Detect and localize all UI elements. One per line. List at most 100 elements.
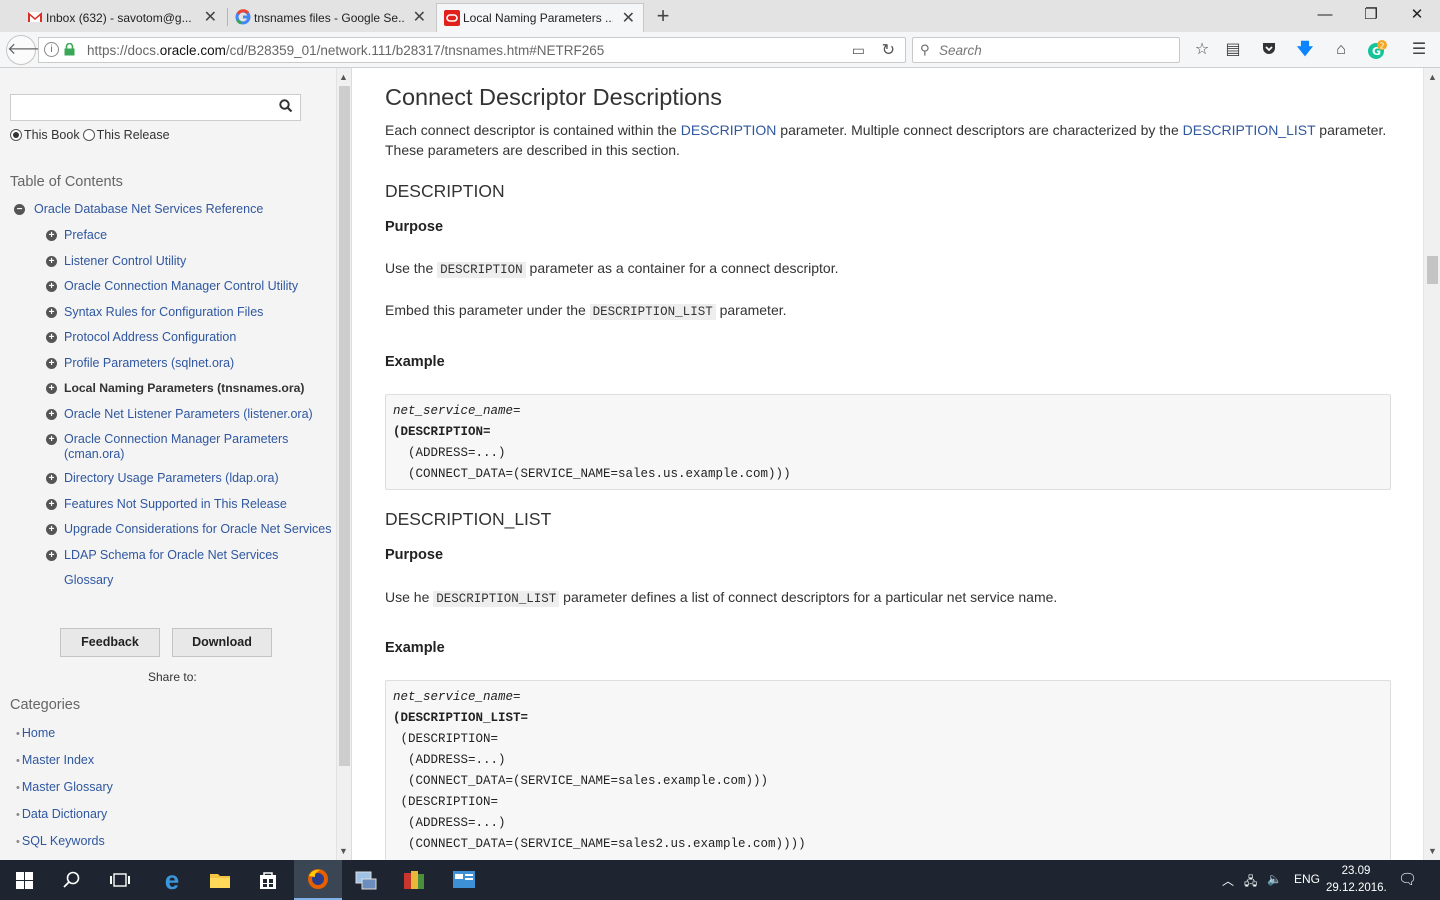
system-clock[interactable]: 23.09 29.12.2016. <box>1326 863 1387 897</box>
toc-item-local-naming-current[interactable]: + Local Naming Parameters (tnsnames.ora) <box>46 381 334 396</box>
new-tab-button[interactable]: + <box>652 3 674 29</box>
network-app-icon[interactable] <box>342 860 390 900</box>
category-label[interactable]: SQL Keywords <box>22 834 105 848</box>
tab-local-naming-parameters[interactable]: Local Naming Parameters ... ✕ <box>436 3 644 32</box>
toc-item-label[interactable]: Profile Parameters (sqlnet.ora) <box>64 356 334 371</box>
expand-icon[interactable]: + <box>46 473 57 484</box>
toc-item-label[interactable]: Glossary <box>64 573 334 588</box>
expand-icon[interactable]: + <box>46 230 57 241</box>
downloads-icon[interactable]: 🡇 <box>1295 40 1315 60</box>
toc-item-upgrade-considerations[interactable]: + Upgrade Considerations for Oracle Net S… <box>46 522 334 537</box>
expand-icon[interactable]: + <box>46 358 57 369</box>
expand-icon[interactable]: + <box>46 550 57 561</box>
toc-item-label[interactable]: Oracle Connection Manager Control Utilit… <box>64 279 334 294</box>
home-icon[interactable]: ⌂ <box>1331 40 1351 60</box>
network-icon[interactable]: 🖧 <box>1244 872 1257 893</box>
radio-this-book[interactable] <box>10 129 22 141</box>
volume-icon[interactable]: 🔈 <box>1267 872 1282 886</box>
toc-item-label[interactable]: Features Not Supported in This Release <box>64 497 334 512</box>
main-scroll-thumb[interactable] <box>1427 256 1438 284</box>
toc-item-features-not-supported[interactable]: + Features Not Supported in This Release <box>46 497 334 512</box>
start-button[interactable] <box>0 860 48 900</box>
expand-icon[interactable]: + <box>46 434 57 445</box>
info-icon[interactable]: i <box>44 42 59 57</box>
toc-item-label[interactable]: Oracle Connection Manager Parameters (cm… <box>64 432 334 462</box>
pocket-icon[interactable] <box>1259 40 1279 60</box>
expand-icon[interactable]: + <box>46 332 57 343</box>
category-link-master-index[interactable]: • Master Index <box>16 753 94 767</box>
expand-icon[interactable]: + <box>46 524 57 535</box>
lock-icon[interactable] <box>64 43 75 56</box>
tab-google-search[interactable]: tnsnames files - Google Se... ✕ <box>228 3 434 32</box>
expand-icon[interactable]: + <box>46 383 57 394</box>
toc-root-book[interactable]: − Oracle Database Net Services Reference <box>14 202 263 216</box>
toc-item-cman-parameters[interactable]: + Oracle Connection Manager Parameters (c… <box>46 432 334 462</box>
store-icon[interactable] <box>244 860 292 900</box>
search-icon[interactable] <box>279 99 293 116</box>
collapse-icon[interactable]: − <box>14 203 25 215</box>
sidebar-scroll-thumb[interactable] <box>339 86 350 766</box>
toc-item-label[interactable]: Protocol Address Configuration <box>64 330 334 345</box>
toc-item-label[interactable]: LDAP Schema for Oracle Net Services <box>64 548 334 563</box>
expand-icon[interactable]: + <box>46 281 57 292</box>
scroll-up-arrow-icon[interactable]: ▲ <box>339 72 348 82</box>
toc-root-label[interactable]: Oracle Database Net Services Reference <box>34 202 263 216</box>
search-icon[interactable] <box>48 860 96 900</box>
firefox-icon[interactable] <box>294 860 342 900</box>
sidebar-scrollbar[interactable]: ▲ ▼ <box>336 68 351 860</box>
toc-item-label[interactable]: Local Naming Parameters (tnsnames.ora) <box>64 381 334 396</box>
bookmarks-library-icon[interactable]: ▤ <box>1223 40 1243 60</box>
reload-icon[interactable]: ↻ <box>882 40 895 60</box>
category-link-master-glossary[interactable]: • Master Glossary <box>16 780 113 794</box>
main-scrollbar[interactable]: ▲ ▼ <box>1423 68 1440 860</box>
toc-item-syntax-rules[interactable]: + Syntax Rules for Configuration Files <box>46 305 334 320</box>
feedback-button[interactable]: Feedback <box>60 628 160 657</box>
reader-view-icon[interactable]: ▭ <box>852 42 865 59</box>
toc-item-directory-usage[interactable]: + Directory Usage Parameters (ldap.ora) <box>46 471 334 486</box>
category-link-data-dictionary[interactable]: • Data Dictionary <box>16 807 107 821</box>
category-label[interactable]: Master Index <box>22 753 94 767</box>
bookmark-star-icon[interactable]: ☆ <box>1192 40 1212 60</box>
category-label[interactable]: Home <box>22 726 55 740</box>
show-hidden-icons-icon[interactable]: ︿ <box>1222 872 1234 889</box>
category-label[interactable]: Master Glossary <box>22 780 113 794</box>
control-panel-icon[interactable] <box>440 860 488 900</box>
toc-item-glossary[interactable]: Glossary <box>46 573 334 588</box>
category-link-home[interactable]: • Home <box>16 726 55 740</box>
toc-item-listener-parameters[interactable]: + Oracle Net Listener Parameters (listene… <box>46 407 334 422</box>
description-link[interactable]: DESCRIPTION <box>681 122 777 138</box>
toc-item-label[interactable]: Oracle Net Listener Parameters (listener… <box>64 407 334 422</box>
file-explorer-icon[interactable] <box>196 860 244 900</box>
toc-item-label[interactable]: Listener Control Utility <box>64 254 334 269</box>
description-list-link[interactable]: DESCRIPTION_LIST <box>1183 122 1316 138</box>
expand-icon[interactable]: + <box>46 256 57 267</box>
close-tab-icon[interactable]: ✕ <box>204 7 217 27</box>
download-button[interactable]: Download <box>172 628 272 657</box>
toc-item-label[interactable]: Directory Usage Parameters (ldap.ora) <box>64 471 334 486</box>
expand-icon[interactable]: + <box>46 499 57 510</box>
toc-item-preface[interactable]: + Preface <box>46 228 334 243</box>
close-tab-icon[interactable]: ✕ <box>622 8 635 28</box>
grammarly-extension-icon[interactable]: G2 <box>1367 40 1387 60</box>
archive-app-icon[interactable] <box>390 860 438 900</box>
search-input[interactable]: ⚲ Search <box>912 37 1180 63</box>
language-indicator[interactable]: ENG <box>1294 872 1320 886</box>
expand-icon[interactable]: + <box>46 409 57 420</box>
book-search-input[interactable] <box>10 94 301 121</box>
toc-item-ldap-schema[interactable]: + LDAP Schema for Oracle Net Services <box>46 548 334 563</box>
back-button[interactable]: 🡐 <box>6 35 50 65</box>
action-center-icon[interactable]: 🗨 <box>1398 870 1417 888</box>
scroll-down-arrow-icon[interactable]: ▼ <box>339 846 348 856</box>
tab-gmail[interactable]: Inbox (632) - savotom@g... ✕ <box>20 3 225 32</box>
toc-item-label[interactable]: Upgrade Considerations for Oracle Net Se… <box>64 522 334 537</box>
restore-button[interactable]: ❐ <box>1348 2 1394 28</box>
toc-item-protocol-address[interactable]: + Protocol Address Configuration <box>46 330 334 345</box>
toc-item-listener-control[interactable]: + Listener Control Utility <box>46 254 334 269</box>
url-text[interactable]: https://docs.oracle.com/cd/B28359_01/net… <box>87 43 604 58</box>
category-label[interactable]: Data Dictionary <box>22 807 107 821</box>
scroll-up-arrow-icon[interactable]: ▲ <box>1428 72 1437 82</box>
close-window-button[interactable]: ✕ <box>1394 2 1440 28</box>
task-view-icon[interactable] <box>96 860 144 900</box>
toc-item-cman-control[interactable]: + Oracle Connection Manager Control Utili… <box>46 279 334 294</box>
toc-item-label[interactable]: Preface <box>64 228 334 243</box>
